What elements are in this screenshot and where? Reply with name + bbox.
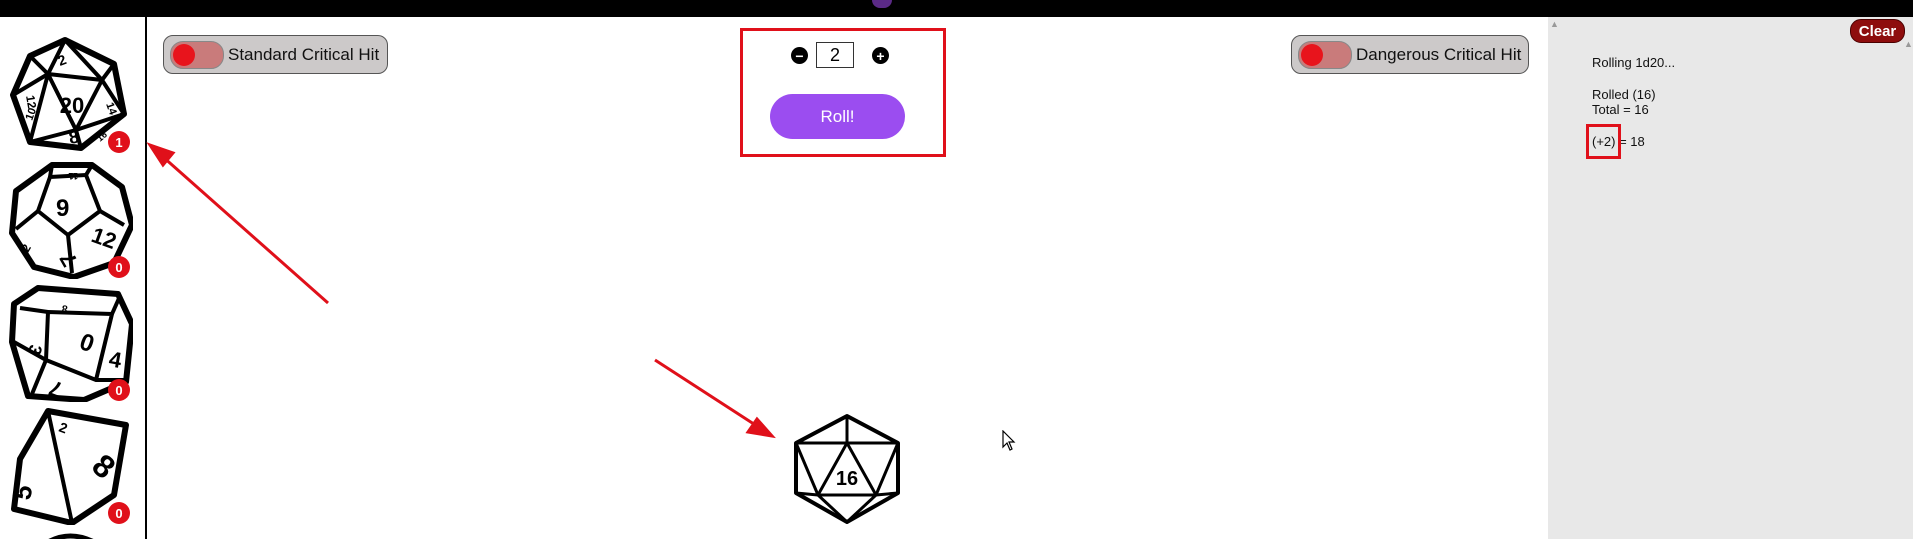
arrow-head-icon bbox=[146, 142, 176, 168]
arrow-head-icon bbox=[745, 416, 776, 439]
dangerous-critical-hit-label: Dangerous Critical Hit bbox=[1356, 44, 1522, 64]
d8-die-button[interactable]: 8 2 5 0 bbox=[8, 407, 133, 525]
log-line: Total = 16 bbox=[1592, 102, 1649, 117]
scroll-up-arrow-icon[interactable]: ▲ bbox=[1904, 39, 1913, 49]
plus-icon: + bbox=[876, 47, 885, 64]
clear-button[interactable]: Clear bbox=[1850, 19, 1905, 43]
scroll-up-arrow-icon[interactable]: ▲ bbox=[1550, 19, 1559, 29]
mouse-cursor-icon bbox=[1002, 430, 1016, 451]
d20-die-button[interactable]: 2 20 14 12 10 8 16 1 bbox=[8, 36, 133, 154]
svg-text:12: 12 bbox=[23, 94, 39, 110]
d10-count-badge: 0 bbox=[108, 379, 130, 401]
arrow-to-d20 bbox=[161, 154, 329, 305]
toggle-track bbox=[1298, 40, 1352, 69]
app-logo-icon bbox=[872, 0, 892, 8]
svg-text:9: 9 bbox=[56, 195, 69, 222]
d10-die-button[interactable]: 0 8 4 3 7 0 bbox=[8, 284, 133, 402]
d8-count-badge: 0 bbox=[108, 502, 130, 524]
increment-button[interactable]: + bbox=[872, 47, 889, 64]
dangerous-critical-hit-toggle[interactable]: Dangerous Critical Hit bbox=[1291, 35, 1529, 74]
result-d20-icon: 16 bbox=[794, 414, 900, 524]
svg-text:11: 11 bbox=[68, 171, 78, 181]
decrement-button[interactable]: − bbox=[791, 47, 808, 64]
dice-count-input[interactable] bbox=[816, 42, 854, 68]
roll-button[interactable]: Roll! bbox=[770, 94, 905, 139]
d12-die-button[interactable]: 9 12 11 7 2 0 bbox=[8, 161, 133, 279]
top-bar bbox=[0, 0, 1913, 17]
arrow-to-result bbox=[654, 358, 761, 430]
log-line: Rolled (16) bbox=[1592, 87, 1656, 102]
standard-critical-hit-label: Standard Critical Hit bbox=[228, 44, 380, 64]
roll-log-panel[interactable]: ▲ ▲ Clear Rolling 1d20... Rolled (16) To… bbox=[1548, 17, 1913, 539]
d12-count-badge: 0 bbox=[108, 256, 130, 278]
result-value: 16 bbox=[836, 468, 858, 490]
d6-icon bbox=[48, 533, 94, 539]
standard-critical-hit-toggle[interactable]: Standard Critical Hit bbox=[163, 35, 388, 74]
d6-die-button-partial[interactable] bbox=[8, 530, 133, 539]
toggle-knob bbox=[1301, 43, 1323, 66]
svg-text:20: 20 bbox=[60, 93, 84, 118]
minus-icon: − bbox=[795, 47, 804, 64]
log-line: Rolling 1d20... bbox=[1592, 55, 1676, 70]
modifier-highlight bbox=[1586, 124, 1621, 159]
toggle-track bbox=[170, 40, 224, 69]
roll-controls-highlight: − + Roll! bbox=[740, 28, 946, 157]
toggle-knob bbox=[173, 43, 195, 66]
dice-sidebar: 2 20 14 12 10 8 16 1 9 12 11 7 2 0 0 8 4… bbox=[0, 17, 147, 539]
d20-count-badge: 1 bbox=[108, 131, 130, 153]
